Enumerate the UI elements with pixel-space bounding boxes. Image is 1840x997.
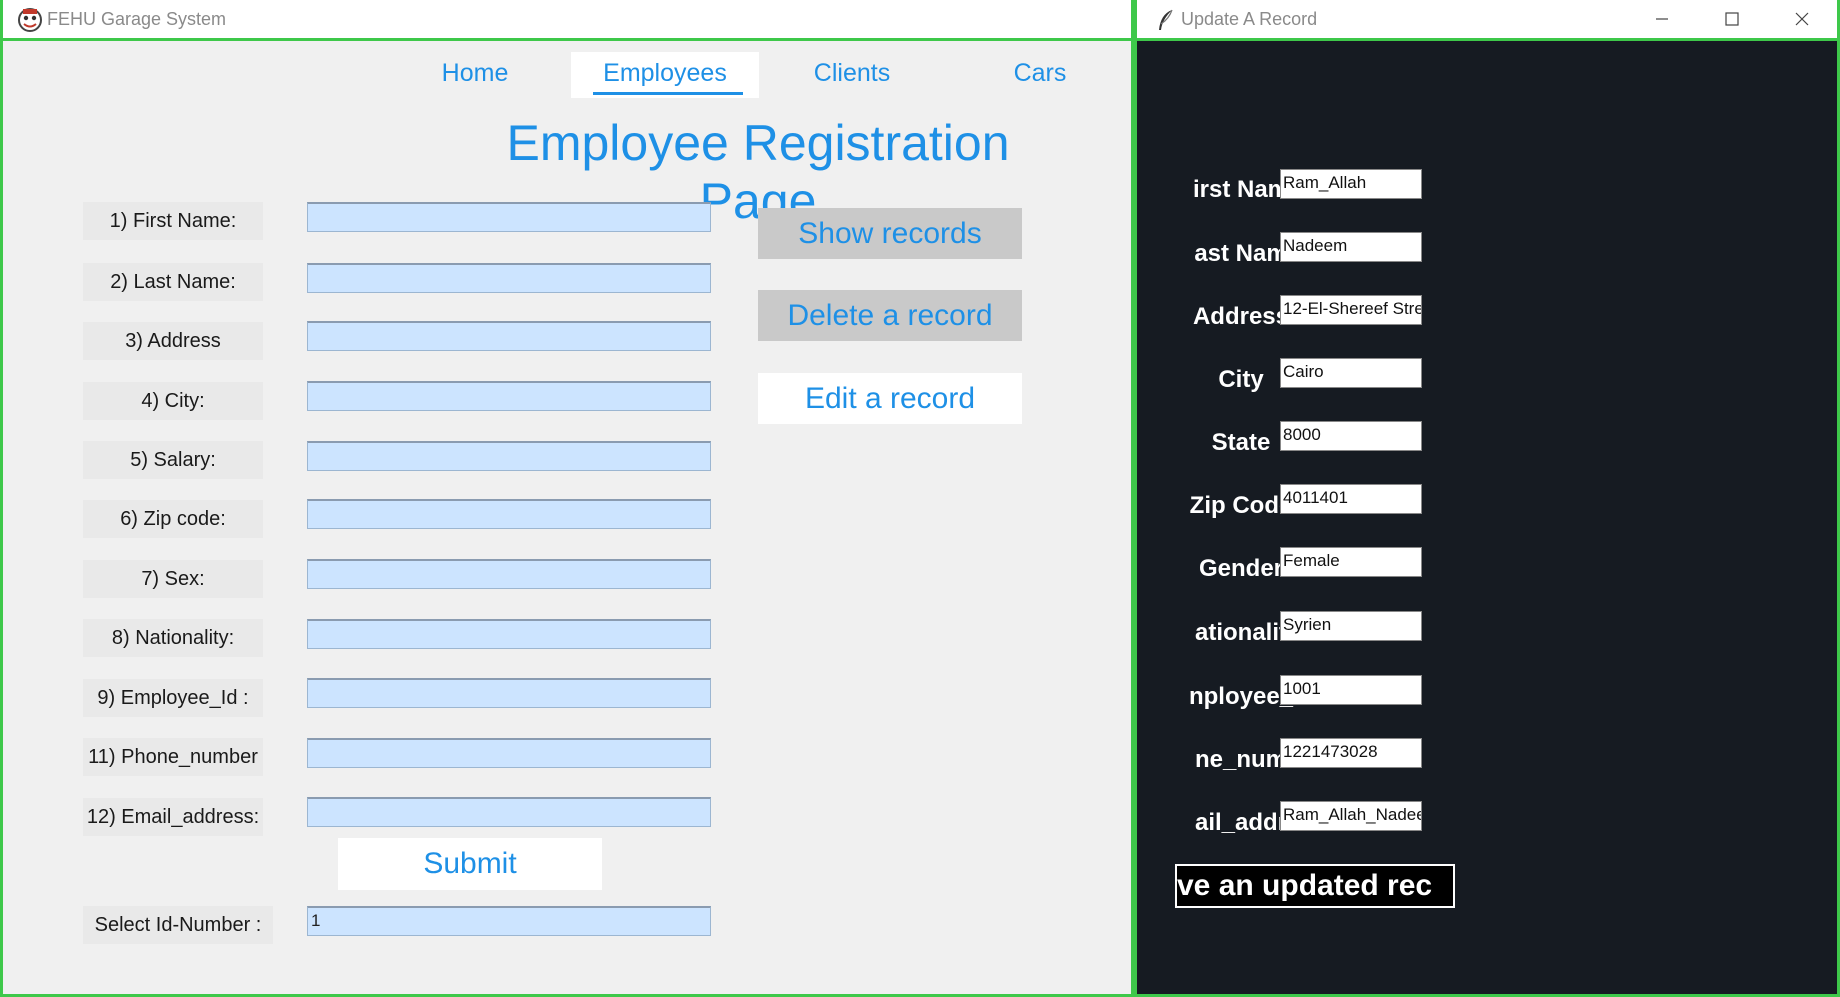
city-field[interactable]: Cairo (1280, 358, 1422, 388)
maximize-icon (1725, 12, 1739, 26)
sex-label: 7) Sex: (83, 560, 263, 598)
first-name-field[interactable]: Ram_Allah (1280, 169, 1422, 199)
maximize-button[interactable] (1697, 0, 1767, 38)
address-input[interactable] (307, 321, 711, 351)
active-tab-indicator (593, 92, 743, 95)
zip-code-label: 6) Zip code: (83, 500, 263, 538)
nationality-input[interactable] (307, 619, 711, 649)
address-field[interactable]: 12-El-Shereef Stre (1280, 295, 1422, 325)
employee-id-label: 9) Employee_Id : (83, 679, 263, 717)
tab-cars[interactable]: Cars (946, 52, 1131, 98)
update-record-window: Update A Record irst Nam Ram_Allah ast N… (1134, 0, 1840, 997)
app-logo-icon (18, 8, 42, 32)
save-updated-record-button[interactable]: ve an updated rec (1175, 864, 1455, 908)
phone-number-field[interactable]: 1221473028 (1280, 738, 1422, 768)
salary-label: 5) Salary: (83, 441, 263, 479)
zip-code-field[interactable]: 4011401 (1280, 484, 1422, 514)
edit-record-button[interactable]: Edit a record (758, 373, 1022, 424)
feather-icon (1159, 9, 1173, 30)
nationality-label: 8) Nationality: (83, 619, 263, 657)
city-label: 4) City: (83, 382, 263, 420)
salary-input[interactable] (307, 441, 711, 471)
title-bar[interactable]: FEHU Garage System (3, 0, 1131, 41)
last-name-input[interactable] (307, 263, 711, 293)
zip-code-input[interactable] (307, 499, 711, 529)
last-name-label: 2) Last Name: (83, 263, 263, 301)
sex-input[interactable] (307, 559, 711, 589)
submit-button[interactable]: Submit (338, 838, 602, 890)
nationality-field[interactable]: Syrien (1280, 611, 1422, 641)
state-field[interactable]: 8000 (1280, 421, 1422, 451)
city-input[interactable] (307, 381, 711, 411)
window-title: FEHU Garage System (47, 9, 227, 29)
show-records-button[interactable]: Show records (758, 208, 1022, 259)
select-id-label: Select Id-Number : (83, 906, 273, 944)
tab-home[interactable]: Home (381, 52, 569, 98)
delete-record-button[interactable]: Delete a record (758, 290, 1022, 341)
gender-field[interactable]: Female (1280, 547, 1422, 577)
email-address-field[interactable]: Ram_Allah_Nadee (1280, 801, 1422, 831)
close-button[interactable] (1767, 0, 1837, 38)
close-icon (1795, 12, 1809, 26)
address-label: 3) Address (83, 322, 263, 360)
phone-number-label: 11) Phone_number (83, 738, 263, 776)
email-address-label: 12) Email_address: (83, 798, 263, 836)
employee-id-input[interactable] (307, 678, 711, 708)
select-id-input[interactable]: 1 (307, 906, 711, 936)
email-address-input[interactable] (307, 797, 711, 827)
first-name-label: 1) First Name: (83, 202, 263, 240)
minimize-button[interactable] (1627, 0, 1697, 38)
minimize-icon (1656, 18, 1668, 20)
first-name-input[interactable] (307, 202, 711, 232)
title-bar[interactable]: Update A Record (1137, 0, 1837, 41)
phone-number-input[interactable] (307, 738, 711, 768)
main-window: FEHU Garage System Home Employees Client… (0, 0, 1134, 997)
window-title: Update A Record (1181, 9, 1318, 29)
tab-clients[interactable]: Clients (758, 52, 946, 98)
employee-id-field[interactable]: 1001 (1280, 675, 1422, 705)
last-name-field[interactable]: Nadeem (1280, 232, 1422, 262)
